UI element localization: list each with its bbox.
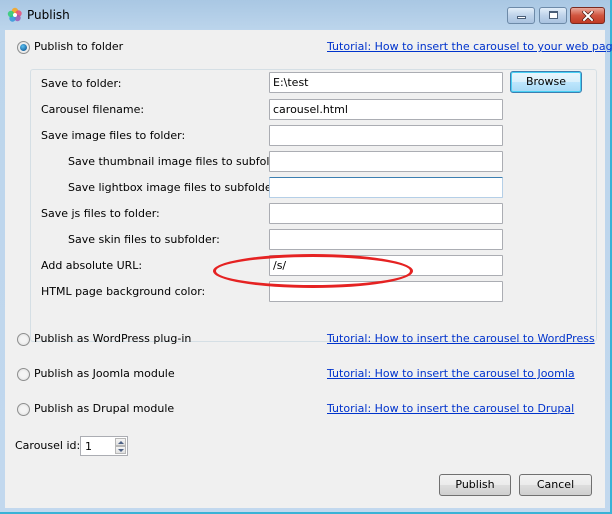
tutorial-drupal-link[interactable]: Tutorial: How to insert the carousel to …: [327, 402, 574, 415]
carousel-filename-label: Carousel filename:: [41, 103, 145, 116]
close-icon: [582, 11, 594, 21]
window-title: Publish: [27, 8, 70, 22]
spin-up-button[interactable]: [115, 438, 126, 446]
tutorial-web-page-link[interactable]: Tutorial: How to insert the carousel to …: [327, 40, 612, 53]
background-color-input[interactable]: [269, 281, 503, 302]
carousel-id-spinner[interactable]: 1: [80, 436, 128, 456]
title-bar[interactable]: Publish: [0, 0, 610, 30]
publish-to-folder-label[interactable]: Publish to folder: [34, 40, 123, 53]
maximize-button[interactable]: [539, 7, 567, 24]
skin-subfolder-label: Save skin files to subfolder:: [68, 233, 220, 246]
js-folder-input[interactable]: [269, 203, 503, 224]
image-folder-input[interactable]: [269, 125, 503, 146]
thumbnail-subfolder-input[interactable]: [269, 151, 503, 172]
publish-to-folder-radio[interactable]: [17, 41, 30, 54]
carousel-id-value[interactable]: 1: [85, 440, 92, 453]
browse-button[interactable]: Browse: [510, 71, 582, 93]
carousel-id-label: Carousel id:: [15, 439, 81, 452]
publish-button[interactable]: Publish: [439, 474, 511, 496]
drupal-label[interactable]: Publish as Drupal module: [34, 402, 174, 415]
wordpress-label[interactable]: Publish as WordPress plug-in: [34, 332, 191, 345]
publish-dialog: Publish Publish to folder Tutorial: How …: [0, 0, 612, 514]
arrow-up-icon: [118, 441, 124, 444]
drupal-radio[interactable]: [17, 403, 30, 416]
maximize-icon: [549, 11, 558, 19]
image-folder-label: Save image files to folder:: [41, 129, 186, 142]
spin-down-button[interactable]: [115, 446, 126, 454]
carousel-filename-input[interactable]: [269, 99, 503, 120]
absolute-url-label: Add absolute URL:: [41, 259, 143, 272]
thumbnail-subfolder-label: Save thumbnail image files to subfolder:: [68, 155, 292, 168]
wordpress-radio[interactable]: [17, 333, 30, 346]
close-button[interactable]: [570, 7, 605, 24]
save-to-folder-label: Save to folder:: [41, 77, 122, 90]
joomla-radio[interactable]: [17, 368, 30, 381]
absolute-url-input[interactable]: [269, 255, 503, 276]
joomla-label[interactable]: Publish as Joomla module: [34, 367, 175, 380]
minimize-button[interactable]: [507, 7, 535, 24]
lightbox-subfolder-input[interactable]: [269, 177, 503, 198]
save-to-folder-input[interactable]: [269, 72, 503, 93]
cancel-button[interactable]: Cancel: [519, 474, 592, 496]
tutorial-joomla-link[interactable]: Tutorial: How to insert the carousel to …: [327, 367, 575, 380]
app-logo-icon: [7, 7, 22, 22]
arrow-down-icon: [118, 449, 124, 452]
js-folder-label: Save js files to folder:: [41, 207, 160, 220]
skin-subfolder-input[interactable]: [269, 229, 503, 250]
tutorial-wordpress-link[interactable]: Tutorial: How to insert the carousel to …: [327, 332, 595, 345]
background-color-label: HTML page background color:: [41, 285, 206, 298]
lightbox-subfolder-label: Save lightbox image files to subfolder:: [68, 181, 280, 194]
minimize-icon: [517, 16, 526, 19]
